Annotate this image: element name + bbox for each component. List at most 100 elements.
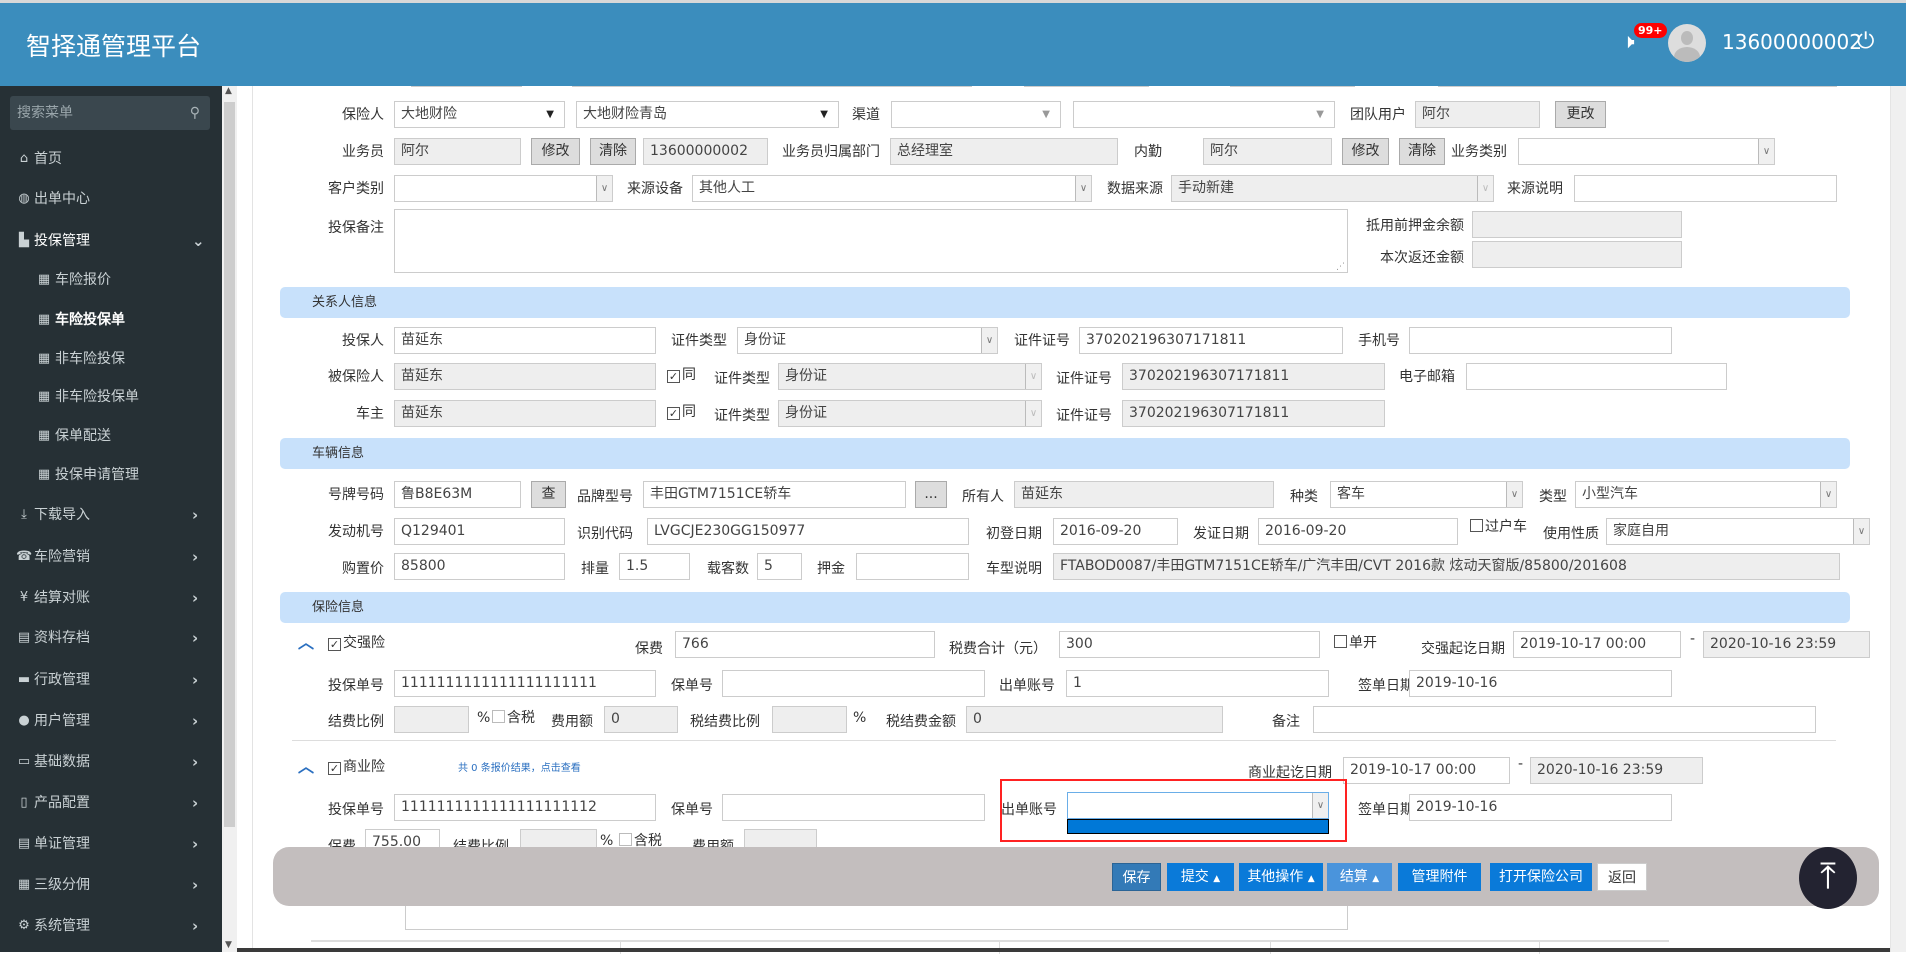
sidebar-item-car-application[interactable]: ▦ 车险投保单 [0,305,222,335]
model-desc-field[interactable]: FTABOD0087/丰田GTM7151CE轿车/广汽丰田/CVT 2016款 … [1053,553,1840,580]
clear-salesman-button[interactable]: 清除 [590,138,636,165]
commercial-checkbox[interactable]: ✓ 商业险 [328,758,385,776]
change-team-user-button[interactable]: 更改 [1555,101,1606,128]
plate-input[interactable]: 鲁B8E63M [394,481,521,508]
channel-select[interactable]: ▼ [891,101,1061,128]
reg-date-input[interactable]: 2016-09-20 [1053,518,1178,545]
compulsory-app-no-input[interactable]: 1111111111111111111111 [394,670,656,697]
business-type-select[interactable]: ∨ [1518,138,1775,165]
fee-rate-field[interactable] [394,706,469,733]
tax-fee-amount-field[interactable]: 0 [966,706,1223,733]
seats-input[interactable]: 5 [757,553,802,580]
compulsory-checkbox[interactable]: ✓ 交强险 [328,634,385,652]
phone-input[interactable] [1409,327,1672,354]
commercial-start-input[interactable]: 2019-10-17 00:00 [1343,757,1510,784]
holder-input[interactable]: 苗延东 [1014,481,1274,508]
commercial-end-field[interactable]: 2020-10-16 23:59 [1530,757,1703,784]
transfer-checkbox[interactable]: 过户车 [1470,518,1527,536]
open-insurer-button[interactable]: 打开保险公司 [1490,863,1592,891]
owner-id-no-input[interactable]: 370202196307171811 [1122,400,1385,427]
single-checkbox[interactable]: 单开 [1334,634,1377,652]
sidebar-item-archive[interactable]: ▤ 资料存档 › [0,623,222,653]
brand-search-button[interactable]: ... [915,481,947,508]
displacement-input[interactable]: 1.5 [619,553,690,580]
compulsory-premium-input[interactable]: 766 [675,631,935,658]
avatar[interactable] [1668,24,1706,62]
dept-field[interactable]: 总经理室 [890,138,1118,165]
compulsory-account-input[interactable]: 1 [1066,670,1329,697]
compulsory-start-input[interactable]: 2019-10-17 00:00 [1513,631,1681,658]
owner-input[interactable]: 苗延东 [394,400,656,427]
sidebar-scrollbar[interactable]: ▲ ▼ [222,86,237,952]
sidebar-item-commission[interactable]: ▦ 三级分佣 › [0,870,222,900]
insured-id-type-select[interactable]: 身份证 ∨ [778,363,1042,390]
internal-field[interactable]: 阿尔 [1203,138,1332,165]
kind-select[interactable]: 客车 ∨ [1330,481,1523,508]
save-button[interactable]: 保存 [1112,863,1161,891]
fee-amount-field[interactable]: 0 [604,706,678,733]
modify-salesman-button[interactable]: 修改 [531,138,580,165]
sidebar-item-noncar-application[interactable]: ▦ 非车险投保单 [0,382,222,412]
power-icon[interactable]: ⏻ [1857,29,1874,54]
applicant-input[interactable]: 苗延东 [394,327,656,354]
type-select[interactable]: 小型汽车 ∨ [1575,481,1837,508]
sidebar-item-application-requests[interactable]: ▦ 投保申请管理 [0,460,222,490]
commercial-policy-no-input[interactable] [722,794,985,821]
scroll-thumb[interactable] [224,102,235,827]
data-source-select[interactable]: 手动新建 ∨ [1171,175,1494,202]
clear-internal-button[interactable]: 清除 [1399,138,1445,165]
price-input[interactable]: 85800 [394,553,565,580]
sidebar-item-system[interactable]: ⚙ 系统管理 › [0,911,222,941]
plate-lookup-button[interactable]: 查 [531,481,566,508]
scroll-down-icon[interactable]: ▼ [225,940,232,950]
menu-search-input[interactable]: 搜索菜单 ⚲ [10,96,210,130]
team-user-field[interactable]: 阿尔 [1415,101,1540,128]
tax-input[interactable]: 300 [1059,631,1320,658]
sidebar-item-product-config[interactable]: ▯ 产品配置 › [0,788,222,818]
manage-attachments-button[interactable]: 管理附件 [1398,863,1481,891]
insured-input[interactable]: 苗延东 [394,363,656,390]
vin-input[interactable]: LVGCJE230GG150977 [647,518,969,545]
page-scrollbar[interactable] [1890,86,1906,952]
tax-fee-rate-field[interactable] [772,706,847,733]
source-device-select[interactable]: 其他人工 ∨ [692,175,1092,202]
sidebar-item-base-data[interactable]: ▭ 基础数据 › [0,747,222,777]
speaker-icon[interactable]: 🕨 [1622,29,1635,53]
collapse-icon[interactable]: ︿ [298,635,314,651]
quote-results-link[interactable]: 共 0 条报价结果，点击查看 [458,760,581,778]
refund-field[interactable] [1472,241,1682,268]
sidebar-item-home[interactable]: ⌂ 首页 [0,144,222,174]
scroll-to-top-icon[interactable]: ⤒ [1799,847,1857,909]
insurer-branch-select[interactable]: 大地财险青岛 ▼ [576,101,839,128]
deposit-input[interactable] [856,553,969,580]
commercial-app-no-input[interactable]: 1111111111111111111112 [394,794,656,821]
sidebar-item-noncar-insure[interactable]: ▦ 非车险投保 [0,344,222,374]
commercial-sign-date-input[interactable]: 2019-10-16 [1409,794,1672,821]
brand-input[interactable]: 丰田GTM7151CE轿车 [643,481,906,508]
sidebar-item-policy-delivery[interactable]: ▦ 保单配送 [0,421,222,451]
sidebar-item-policy-management[interactable]: ▙ 投保管理 ⌄ [0,226,222,256]
compulsory-policy-no-input[interactable] [722,670,985,697]
insured-id-no-input[interactable]: 370202196307171811 [1122,363,1385,390]
source-note-input[interactable] [1574,175,1837,202]
back-button[interactable]: 返回 [1597,863,1647,891]
commercial-account-select[interactable]: ∨ [1067,792,1329,819]
compulsory-sign-date-input[interactable]: 2019-10-16 [1409,670,1672,697]
other-actions-button[interactable]: 其他操作 ▲ [1239,863,1323,891]
owner-same-checkbox[interactable]: ✓ 同 [667,403,696,421]
sidebar-item-car-quote[interactable]: ▦ 车险报价 [0,265,222,295]
channel-sub-select[interactable]: ▼ [1073,101,1335,128]
tax-included-checkbox[interactable]: 含税 [492,709,535,727]
resize-handle-icon[interactable]: ⋰ [1336,255,1345,272]
modify-internal-button[interactable]: 修改 [1342,138,1389,165]
sidebar-item-admin[interactable]: ▬ 行政管理 › [0,665,222,695]
applicant-id-type-select[interactable]: 身份证 ∨ [737,327,998,354]
insured-same-checkbox[interactable]: ✓ 同 [667,366,696,384]
sidebar-item-download-import[interactable]: ⤓ 下载导入 › [0,500,222,530]
note-input[interactable] [1313,706,1816,733]
submit-button[interactable]: 提交 ▲ [1167,863,1234,891]
customer-type-select[interactable]: ∨ [394,175,613,202]
owner-id-type-select[interactable]: 身份证 ∨ [778,400,1042,427]
salesman-field[interactable]: 阿尔 [394,138,521,165]
applicant-id-no-input[interactable]: 370202196307171811 [1079,327,1343,354]
